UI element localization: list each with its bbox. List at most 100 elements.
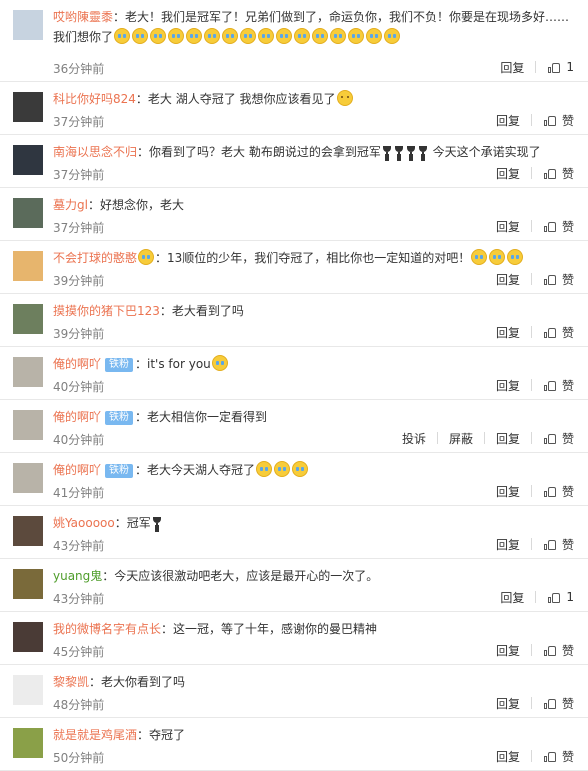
comment-text: 墓力gl：好想念你，老大 (53, 195, 573, 215)
photo-avatar-icon (13, 304, 43, 334)
like-button[interactable]: 赞 (532, 165, 588, 182)
cry-emoji-icon (114, 28, 131, 44)
cry-emoji-icon (330, 28, 347, 44)
cry-emoji-icon (186, 28, 203, 44)
user-avatar[interactable] (13, 10, 43, 40)
comment-time: 36分钟前 (53, 62, 105, 76)
report-button[interactable]: 投诉 (391, 430, 437, 447)
like-count: 赞 (561, 749, 574, 764)
username-link[interactable]: 不会打球的憨憨 (53, 251, 137, 265)
comment-actions: 回复 1 (489, 59, 588, 75)
user-avatar[interactable] (13, 357, 43, 387)
comment-item: yuang鬼：今天应该很激动吧老大，应该是最开心的一次了。 43分钟前 回复 1 (0, 559, 588, 612)
cry-emoji-icon (240, 28, 257, 44)
reply-button[interactable]: 回复 (485, 112, 531, 129)
comment-actions: 回复 赞 (485, 112, 588, 128)
like-count: 1 (566, 590, 574, 604)
comment-body: 哎哟陳靈黍：老大！我们是冠军了！兄弟们做到了，命运负你，我们不负！你要是在现场多… (53, 7, 573, 47)
username-link[interactable]: yuang鬼 (53, 569, 102, 583)
user-avatar[interactable] (13, 728, 43, 758)
username-link[interactable]: 俺的啊吖 (53, 357, 101, 371)
comment-text: 不会打球的憨憨 ：13顺位的少年，我们夺冠了，相比你也一定知道的对吧！ (53, 248, 573, 268)
comment-time: 40分钟前 (53, 380, 105, 394)
reply-button[interactable]: 回复 (489, 59, 535, 76)
thumbs-up-icon (543, 486, 556, 497)
like-button[interactable]: 赞 (532, 695, 588, 712)
reply-button[interactable]: 回复 (485, 430, 531, 447)
comment-actions: 回复 赞 (485, 324, 588, 340)
reply-button[interactable]: 回复 (485, 218, 531, 235)
username-link[interactable]: 姚Yaooooo (53, 516, 115, 530)
user-avatar[interactable] (13, 463, 43, 493)
comment-content: ：夺冠了 (137, 728, 186, 742)
user-avatar[interactable] (13, 410, 43, 440)
like-button[interactable]: 赞 (532, 324, 588, 341)
username-link[interactable]: 俺的啊吖 (53, 410, 101, 424)
thumbs-up-icon (543, 645, 556, 656)
comment-text-line2: 我们想你了 (53, 27, 573, 47)
cry-emoji-icon (292, 461, 309, 477)
like-button[interactable]: 1 (536, 590, 588, 604)
block-button[interactable]: 屏蔽 (438, 430, 484, 447)
like-button[interactable]: 赞 (532, 483, 588, 500)
comment-body: 姚Yaooooo：冠军 (53, 513, 573, 533)
like-button[interactable]: 赞 (532, 536, 588, 553)
user-avatar[interactable] (13, 304, 43, 334)
comment-actions: 回复 赞 (485, 165, 588, 181)
like-count: 赞 (561, 431, 574, 446)
reply-button[interactable]: 回复 (485, 165, 531, 182)
reply-button[interactable]: 回复 (485, 377, 531, 394)
comment-time: 37分钟前 (53, 168, 105, 182)
reply-button[interactable]: 回复 (485, 483, 531, 500)
comment-item: 摸摸你的猪下巴123：老大看到了吗 39分钟前 回复 赞 (0, 294, 588, 347)
reply-button[interactable]: 回复 (489, 589, 535, 606)
trophy-emoji-icon (382, 146, 392, 158)
comment-time: 43分钟前 (53, 539, 105, 553)
like-button[interactable]: 赞 (532, 748, 588, 765)
comment-body: 俺的啊吖 铁粉 ：老大今天湖人夺冠了 (53, 460, 573, 480)
username-link[interactable]: 黎黎凯 (53, 675, 89, 689)
reply-button[interactable]: 回复 (485, 695, 531, 712)
username-link[interactable]: 就是就是鸡尾酒 (53, 728, 137, 742)
like-button[interactable]: 赞 (532, 271, 588, 288)
reply-button[interactable]: 回复 (485, 748, 531, 765)
user-avatar[interactable] (13, 198, 43, 228)
like-button[interactable]: 1 (536, 60, 588, 74)
user-avatar[interactable] (13, 569, 43, 599)
username-link[interactable]: 俺的啊吖 (53, 463, 101, 477)
user-avatar[interactable] (13, 145, 43, 175)
like-button[interactable]: 赞 (532, 218, 588, 235)
user-avatar[interactable] (13, 675, 43, 705)
comment-item: 南海以思念不归：你看到了吗？老大 勒布朗说过的会拿到冠军 今天这个承诺实现了 37… (0, 135, 588, 188)
user-avatar[interactable] (13, 516, 43, 546)
username-link[interactable]: 科比你好吗824 (53, 92, 136, 106)
like-button[interactable]: 赞 (532, 112, 588, 129)
comment-text: 俺的啊吖 铁粉 ：老大相信你一定看得到 (53, 407, 573, 427)
username-link[interactable]: 墓力gl (53, 198, 88, 212)
comment-time: 50分钟前 (53, 751, 105, 765)
comment-item: 科比你好吗824：老大 湖人夺冠了 我想你应该看见了 37分钟前 回复 赞 (0, 82, 588, 135)
comment-body: 俺的啊吖 铁粉 ：it's for you (53, 354, 573, 374)
reply-button[interactable]: 回复 (485, 271, 531, 288)
reply-button[interactable]: 回复 (485, 324, 531, 341)
user-avatar[interactable] (13, 92, 43, 122)
username-link[interactable]: 哎哟陳靈黍 (53, 10, 113, 24)
like-count: 赞 (561, 537, 574, 552)
reply-button[interactable]: 回复 (485, 642, 531, 659)
comment-content: ：老大今天湖人夺冠了 (135, 463, 256, 477)
like-count: 赞 (561, 113, 574, 128)
comment-time: 48分钟前 (53, 698, 105, 712)
like-button[interactable]: 赞 (532, 642, 588, 659)
cry-emoji-icon (258, 28, 275, 44)
username-link[interactable]: 南海以思念不归 (53, 145, 137, 159)
reply-button[interactable]: 回复 (485, 536, 531, 553)
username-link[interactable]: 摸摸你的猪下巴123 (53, 304, 160, 318)
username-link[interactable]: 我的微博名字有点长 (53, 622, 161, 636)
user-avatar[interactable] (13, 251, 43, 281)
like-button[interactable]: 赞 (532, 377, 588, 394)
like-count: 1 (566, 60, 574, 74)
like-button[interactable]: 赞 (532, 430, 588, 447)
comment-body: 不会打球的憨憨 ：13顺位的少年，我们夺冠了，相比你也一定知道的对吧！ (53, 248, 573, 268)
user-avatar[interactable] (13, 622, 43, 652)
like-count: 赞 (561, 325, 574, 340)
